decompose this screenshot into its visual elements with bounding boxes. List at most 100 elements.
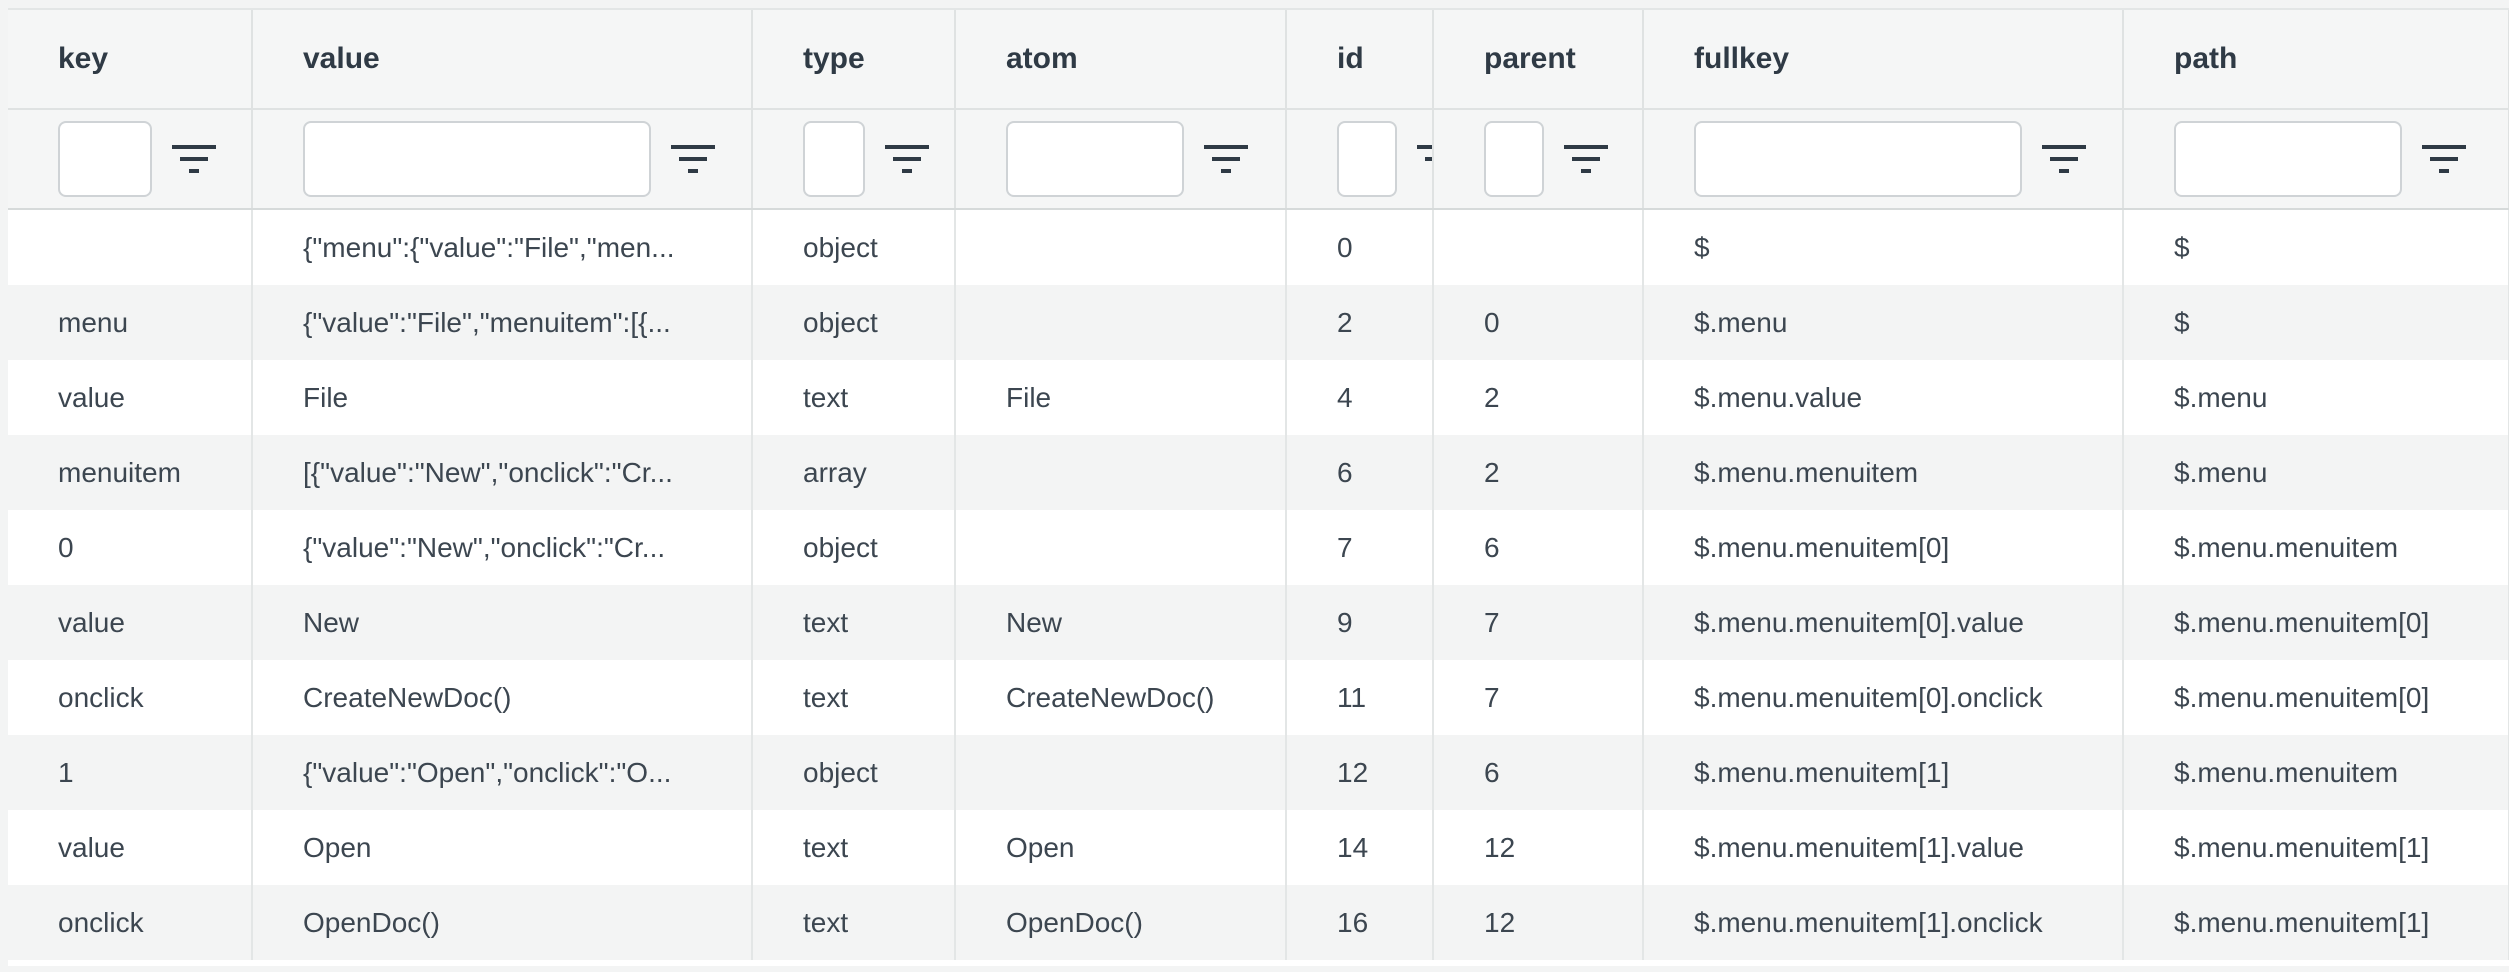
filter-input-parent[interactable]	[1484, 121, 1544, 197]
cell-path: $	[2123, 209, 2509, 285]
filter-cell-fullkey	[1643, 109, 2124, 210]
cell-id: 9	[1286, 585, 1434, 660]
cell-key: menu	[8, 285, 253, 360]
cell-parent: 6	[1433, 510, 1644, 585]
cell-parent: 2	[1433, 435, 1644, 510]
cell-value: {"value":"Open","onclick":"O...	[252, 735, 753, 810]
filter-cell-path	[2123, 109, 2509, 210]
filter-icon[interactable]	[1562, 141, 1610, 177]
table-row[interactable]: menuitem [{"value":"New","onclick":"Cr...…	[8, 435, 2509, 510]
column-header-parent[interactable]: parent	[1433, 10, 1644, 110]
filter-cell-parent	[1433, 109, 1644, 210]
filter-icon[interactable]	[883, 141, 931, 177]
cell-atom: Open	[955, 810, 1287, 885]
table-row[interactable]: onclick CreateNewDoc() text CreateNewDoc() 1…	[8, 660, 2509, 735]
cell-id: 4	[1286, 360, 1434, 435]
filter-cell-atom	[955, 109, 1287, 210]
cell-parent: 7	[1433, 585, 1644, 660]
cell-type: text	[752, 885, 956, 960]
cell-fullkey: $.menu.menuitem[0].onclick	[1643, 660, 2124, 735]
cell-atom: CreateNewDoc()	[955, 660, 1287, 735]
cell-value: Open	[252, 810, 753, 885]
cell-type: object	[752, 285, 956, 360]
table-row[interactable]: menu {"value":"File","menuitem":[{... obje…	[8, 285, 2509, 360]
filter-cell-id	[1286, 109, 1434, 210]
cell-fullkey: $.menu.menuitem[0].value	[1643, 585, 2124, 660]
cell-id: 16	[1286, 885, 1434, 960]
table-row[interactable]: value New text New 9 7 $.menu.menuitem[0].valu…	[8, 585, 2509, 660]
cell-type: text	[752, 360, 956, 435]
cell-id: 6	[1286, 435, 1434, 510]
cell-key: onclick	[8, 660, 253, 735]
table-row[interactable]: value File text File 4 2 $.menu.value $.menu	[8, 360, 2509, 435]
cell-parent: 0	[1433, 285, 1644, 360]
table-body: {"menu":{"value":"File","men... object 0 $ $…	[8, 209, 2509, 960]
filter-input-key[interactable]	[58, 121, 152, 197]
cell-value: {"value":"New","onclick":"Cr...	[252, 510, 753, 585]
cell-path: $	[2123, 285, 2509, 360]
table-row[interactable]: 0 {"value":"New","onclick":"Cr... object 7 6…	[8, 510, 2509, 585]
cell-value: {"value":"File","menuitem":[{...	[252, 285, 753, 360]
column-header-fullkey[interactable]: fullkey	[1643, 10, 2124, 110]
cell-parent: 6	[1433, 735, 1644, 810]
table-row[interactable]: onclick OpenDoc() text OpenDoc() 16 12 $.menu.…	[8, 885, 2509, 960]
cell-fullkey: $.menu	[1643, 285, 2124, 360]
cell-type: object	[752, 510, 956, 585]
table-row[interactable]: {"menu":{"value":"File","men... object 0 $ $	[8, 209, 2509, 285]
cell-value: File	[252, 360, 753, 435]
column-header-path[interactable]: path	[2123, 10, 2509, 110]
cell-path: $.menu.menuitem[0]	[2123, 585, 2509, 660]
cell-value: [{"value":"New","onclick":"Cr...	[252, 435, 753, 510]
cell-id: 11	[1286, 660, 1434, 735]
cell-fullkey: $	[1643, 209, 2124, 285]
cell-value: {"menu":{"value":"File","men...	[252, 209, 753, 285]
cell-key: value	[8, 360, 253, 435]
column-header-key[interactable]: key	[8, 10, 253, 110]
data-grid: key value type atom id parent fullkey pa…	[8, 10, 2509, 960]
cell-type: object	[752, 209, 956, 285]
cell-parent: 2	[1433, 360, 1644, 435]
cell-path: $.menu.menuitem[0]	[2123, 660, 2509, 735]
cell-id: 0	[1286, 209, 1434, 285]
cell-atom	[955, 510, 1287, 585]
cell-fullkey: $.menu.menuitem[1].value	[1643, 810, 2124, 885]
cell-key: 1	[8, 735, 253, 810]
column-header-id[interactable]: id	[1286, 10, 1434, 110]
table-row[interactable]: 1 {"value":"Open","onclick":"O... object 12…	[8, 735, 2509, 810]
filter-input-atom[interactable]	[1006, 121, 1184, 197]
filter-input-path[interactable]	[2174, 121, 2402, 197]
filter-icon[interactable]	[1415, 141, 1431, 177]
header-row: key value type atom id parent fullkey pa…	[8, 10, 2509, 110]
cell-value: CreateNewDoc()	[252, 660, 753, 735]
cell-atom: New	[955, 585, 1287, 660]
filter-input-value[interactable]	[303, 121, 651, 197]
cell-path: $.menu.menuitem[1]	[2123, 885, 2509, 960]
filter-cell-value	[252, 109, 753, 210]
filter-icon[interactable]	[2420, 141, 2468, 177]
filter-cell-key	[8, 109, 253, 210]
filter-icon[interactable]	[1202, 141, 1250, 177]
cell-path: $.menu	[2123, 435, 2509, 510]
column-header-atom[interactable]: atom	[955, 10, 1287, 110]
filter-icon[interactable]	[2040, 141, 2088, 177]
cell-key: menuitem	[8, 435, 253, 510]
filter-cell-type	[752, 109, 956, 210]
table-row[interactable]: value Open text Open 14 12 $.menu.menuitem[1].…	[8, 810, 2509, 885]
filter-icon[interactable]	[170, 141, 218, 177]
cell-id: 2	[1286, 285, 1434, 360]
column-header-type[interactable]: type	[752, 10, 956, 110]
filter-icon[interactable]	[669, 141, 717, 177]
json-table: key value type atom id parent fullkey pa…	[8, 8, 2509, 966]
cell-value: OpenDoc()	[252, 885, 753, 960]
cell-parent	[1433, 209, 1644, 285]
cell-atom	[955, 285, 1287, 360]
cell-atom	[955, 435, 1287, 510]
filter-input-fullkey[interactable]	[1694, 121, 2022, 197]
column-header-value[interactable]: value	[252, 10, 753, 110]
cell-path: $.menu.menuitem	[2123, 510, 2509, 585]
cell-key: 0	[8, 510, 253, 585]
filter-input-id[interactable]	[1337, 121, 1397, 197]
cell-parent: 7	[1433, 660, 1644, 735]
cell-fullkey: $.menu.menuitem[1]	[1643, 735, 2124, 810]
filter-input-type[interactable]	[803, 121, 865, 197]
